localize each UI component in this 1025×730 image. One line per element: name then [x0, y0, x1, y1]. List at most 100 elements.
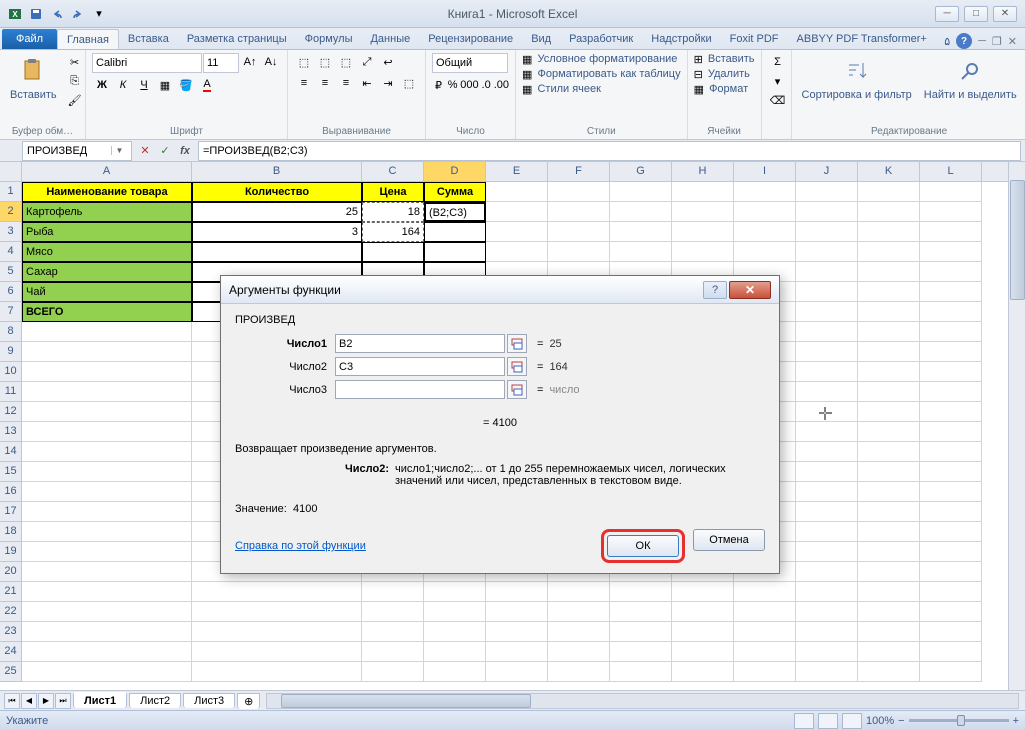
arg2-ref-icon[interactable]	[507, 357, 527, 376]
column-header-L[interactable]: L	[920, 162, 982, 181]
cell-J19[interactable]	[796, 542, 858, 562]
comma-icon[interactable]: 000	[460, 76, 478, 94]
cell-A1[interactable]: Наименование товара	[22, 182, 192, 202]
cell-F22[interactable]	[548, 602, 610, 622]
cell-K11[interactable]	[858, 382, 920, 402]
cell-B25[interactable]	[192, 662, 362, 682]
cell-K1[interactable]	[858, 182, 920, 202]
row-header-10[interactable]: 10	[0, 362, 22, 382]
tab-insert[interactable]: Вставка	[119, 29, 178, 49]
cell-A25[interactable]	[22, 662, 192, 682]
cell-A16[interactable]	[22, 482, 192, 502]
h-scrollbar-thumb[interactable]	[281, 694, 531, 708]
cell-K12[interactable]	[858, 402, 920, 422]
qat-dropdown-icon[interactable]: ▾	[90, 5, 108, 23]
tab-home[interactable]: Главная	[57, 29, 119, 49]
cell-F4[interactable]	[548, 242, 610, 262]
row-header-2[interactable]: 2	[0, 202, 22, 222]
arg3-ref-icon[interactable]	[507, 380, 527, 399]
tab-layout[interactable]: Разметка страницы	[178, 29, 296, 49]
cell-C3[interactable]: 164	[362, 222, 424, 242]
cell-A6[interactable]: Чай	[22, 282, 192, 302]
cell-J25[interactable]	[796, 662, 858, 682]
tab-foxit[interactable]: Foxit PDF	[721, 29, 788, 49]
cell-J2[interactable]	[796, 202, 858, 222]
cell-L12[interactable]	[920, 402, 982, 422]
cell-L1[interactable]	[920, 182, 982, 202]
arg2-input[interactable]	[335, 357, 505, 376]
cell-L4[interactable]	[920, 242, 982, 262]
sheet-nav-last-icon[interactable]: ⏭	[55, 693, 71, 709]
cell-K4[interactable]	[858, 242, 920, 262]
cell-L3[interactable]	[920, 222, 982, 242]
tab-data[interactable]: Данные	[361, 29, 419, 49]
row-header-12[interactable]: 12	[0, 402, 22, 422]
cell-F3[interactable]	[548, 222, 610, 242]
cell-J22[interactable]	[796, 602, 858, 622]
page-break-view-icon[interactable]	[842, 713, 862, 729]
cell-K13[interactable]	[858, 422, 920, 442]
sheet-nav-next-icon[interactable]: ▶	[38, 693, 54, 709]
cell-J12[interactable]	[796, 402, 858, 422]
column-header-J[interactable]: J	[796, 162, 858, 181]
currency-icon[interactable]: ₽	[432, 76, 445, 94]
cell-D3[interactable]	[424, 222, 486, 242]
column-header-F[interactable]: F	[548, 162, 610, 181]
cell-J13[interactable]	[796, 422, 858, 442]
format-cells-button[interactable]: ▦ Формат	[694, 83, 755, 96]
name-box[interactable]: ПРОИЗВЕД▼	[22, 141, 132, 161]
cell-E2[interactable]	[486, 202, 548, 222]
cell-A13[interactable]	[22, 422, 192, 442]
normal-view-icon[interactable]	[794, 713, 814, 729]
cell-K3[interactable]	[858, 222, 920, 242]
ribbon-minimize-icon[interactable]: ۵	[944, 35, 950, 48]
arg3-input[interactable]	[335, 380, 505, 399]
autosum-icon[interactable]: Σ	[768, 53, 788, 71]
increase-font-icon[interactable]: A↑	[240, 53, 260, 71]
underline-icon[interactable]: Ч	[134, 76, 154, 94]
dialog-titlebar[interactable]: Аргументы функции ? ✕	[221, 276, 779, 304]
sheet-tab-2[interactable]: Лист2	[129, 693, 181, 708]
sheet-tab-3[interactable]: Лист3	[183, 693, 235, 708]
row-header-5[interactable]: 5	[0, 262, 22, 282]
select-all-corner[interactable]	[0, 162, 22, 182]
formula-input[interactable]: =ПРОИЗВЕД(B2;C3)	[198, 141, 1021, 161]
window-restore-icon[interactable]: ❐	[992, 35, 1002, 48]
cell-E24[interactable]	[486, 642, 548, 662]
cell-K6[interactable]	[858, 282, 920, 302]
cell-styles-button[interactable]: ▦ Стили ячеек	[522, 83, 681, 96]
number-format-combo[interactable]: Общий	[432, 53, 508, 73]
cell-L10[interactable]	[920, 362, 982, 382]
cell-L8[interactable]	[920, 322, 982, 342]
cell-I4[interactable]	[734, 242, 796, 262]
tab-review[interactable]: Рецензирование	[419, 29, 522, 49]
vertical-scrollbar[interactable]	[1008, 162, 1025, 690]
cell-L14[interactable]	[920, 442, 982, 462]
row-header-24[interactable]: 24	[0, 642, 22, 662]
cell-A17[interactable]	[22, 502, 192, 522]
function-help-link[interactable]: Справка по этой функции	[235, 540, 366, 552]
cell-K10[interactable]	[858, 362, 920, 382]
cell-L11[interactable]	[920, 382, 982, 402]
decrease-indent-icon[interactable]: ⇤	[357, 74, 377, 92]
row-header-16[interactable]: 16	[0, 482, 22, 502]
new-sheet-icon[interactable]: ⊕	[237, 693, 260, 709]
cell-H24[interactable]	[672, 642, 734, 662]
cell-B21[interactable]	[192, 582, 362, 602]
clear-icon[interactable]: ⌫	[768, 91, 788, 109]
cell-E25[interactable]	[486, 662, 548, 682]
cell-J5[interactable]	[796, 262, 858, 282]
cell-A18[interactable]	[22, 522, 192, 542]
cell-L9[interactable]	[920, 342, 982, 362]
window-close-icon[interactable]: ✕	[1008, 35, 1017, 48]
cell-A3[interactable]: Рыба	[22, 222, 192, 242]
file-tab[interactable]: Файл	[2, 29, 57, 49]
font-color-icon[interactable]: A	[197, 76, 217, 94]
cell-K2[interactable]	[858, 202, 920, 222]
cell-H1[interactable]	[672, 182, 734, 202]
cell-K15[interactable]	[858, 462, 920, 482]
cell-L7[interactable]	[920, 302, 982, 322]
cell-D24[interactable]	[424, 642, 486, 662]
cell-J23[interactable]	[796, 622, 858, 642]
cell-H23[interactable]	[672, 622, 734, 642]
